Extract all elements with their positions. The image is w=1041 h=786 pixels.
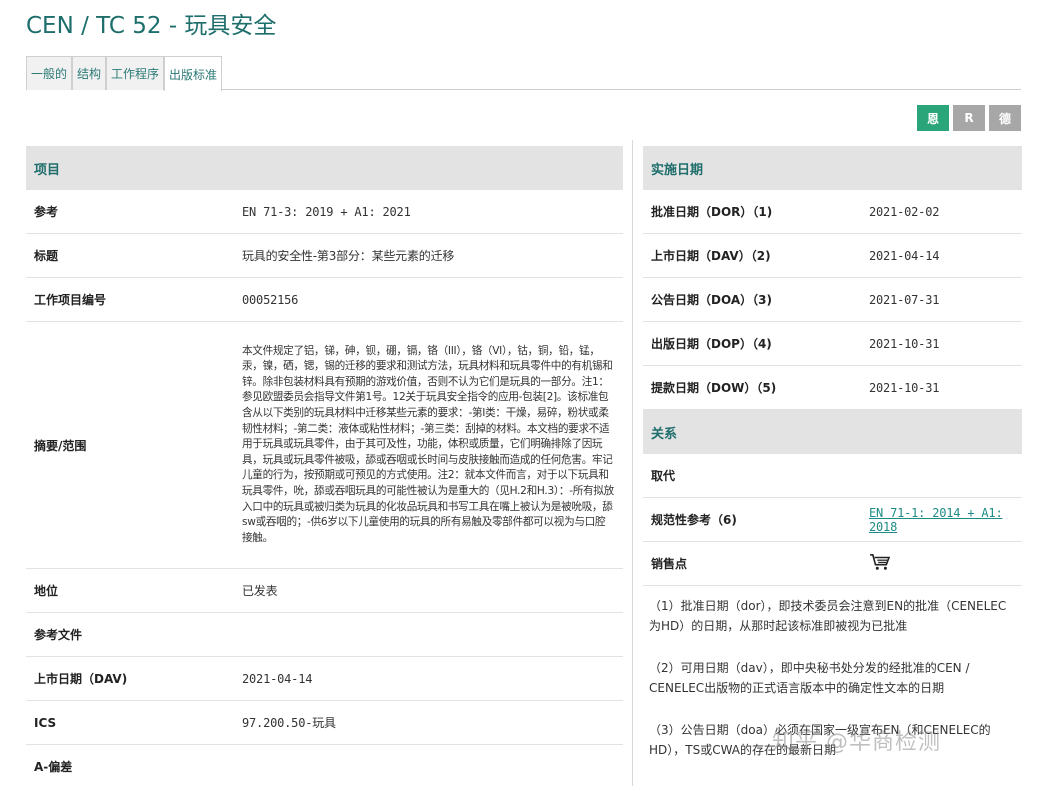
row-key: 取代 (651, 469, 676, 483)
row-dor: 批准日期（DOR）（1) 2021-02-02 (643, 190, 1022, 234)
row-normative-references: 规范性参考（6) EN 71-1: 2014 + A1: 2018 (643, 498, 1022, 542)
row-dav: 上市日期（DAV）（2) 2021-04-14 (643, 234, 1022, 278)
footnote-1: （1）批准日期（dor），即技术委员会注意到EN的批准（CENELEC为HD）的… (649, 599, 1007, 633)
language-toolbar: 恩 R 德 (917, 105, 1021, 131)
row-key: 地位 (34, 584, 59, 598)
row-key: 工作项目编号 (34, 293, 107, 307)
page-title: CEN / TC 52 - 玩具安全 (26, 13, 277, 39)
footnote-2: （2）可用日期（dav），即中央秘书处分发的经批准的CEN / CENELEC出… (649, 661, 970, 695)
row-title: 标题 玩具的安全性-第3部分：某些元素的迁移 (26, 234, 623, 278)
row-value: 2021-10-31 (869, 380, 940, 395)
language-fr-button[interactable]: R (953, 105, 985, 131)
row-value: 97.200.50-玩具 (242, 716, 336, 730)
row-key: 上市日期（DAV) (34, 672, 128, 686)
row-value: 2021-04-14 (869, 248, 940, 263)
row-key: 摘要/范围 (34, 438, 87, 453)
row-key: 规范性参考（6) (651, 513, 737, 527)
row-status: 地位 已发表 (26, 569, 623, 613)
row-a-deviations: A-偏差 (26, 745, 623, 786)
row-work-item-number: 工作项目编号 00052156 (26, 278, 623, 322)
row-value: 2021-04-14 (242, 671, 313, 686)
tab-work-programme[interactable]: 工作程序 (106, 56, 165, 90)
row-key: 标题 (34, 249, 59, 263)
row-dav: 上市日期（DAV) 2021-04-14 (26, 657, 623, 701)
column-divider (632, 140, 633, 786)
tab-published-standards[interactable]: 出版标准 (164, 56, 223, 91)
tab-bar: 一般的 结构 工作程序 出版标准 (26, 56, 1021, 91)
row-value: 2021-02-02 (869, 204, 940, 219)
row-doa: 公告日期（DOA）（3) 2021-07-31 (643, 278, 1022, 322)
row-value: 00052156 (242, 292, 299, 307)
shopping-cart-icon[interactable] (869, 553, 891, 571)
row-key: 批准日期（DOR）（1) (651, 205, 773, 219)
row-value: 玩具的安全性-第3部分：某些元素的迁移 (242, 249, 455, 263)
row-key: 参考 (34, 205, 59, 219)
language-en-button[interactable]: 恩 (917, 105, 949, 131)
language-de-button[interactable]: 德 (989, 105, 1021, 131)
row-reference-documents: 参考文件 (26, 613, 623, 657)
project-panel: 项目 参考 EN 71-3: 2019 + A1: 2021 标题 玩具的安全性… (26, 146, 623, 786)
row-key: 出版日期（DOP）（4) (651, 337, 772, 351)
row-key: 提款日期（DOW）（5) (651, 381, 777, 395)
dates-panel: 实施日期 批准日期（DOR）（1) 2021-02-02 上市日期（DAV）（2… (643, 146, 1022, 782)
relations-section-header: 关系 (643, 410, 1022, 454)
row-dow: 提款日期（DOW）（5) 2021-10-31 (643, 366, 1022, 410)
row-key: 销售点 (651, 557, 688, 571)
row-value: EN 71-3: 2019 + A1: 2021 (242, 204, 411, 219)
row-value: 已发表 (242, 584, 278, 598)
footnote-3: （3）公告日期（doa）必须在国家一级宣布EN（和CENELEC的HD），TS或… (649, 723, 991, 757)
row-value: 2021-07-31 (869, 292, 940, 307)
tab-structure[interactable]: 结构 (72, 56, 107, 90)
row-reference: 参考 EN 71-3: 2019 + A1: 2021 (26, 190, 623, 234)
row-abstract-scope: 摘要/范围 本文件规定了铝，锑，砷，钡，硼，镉，铬（III），铬（VI），钴，铜… (26, 322, 623, 569)
row-key: 上市日期（DAV）（2) (651, 249, 771, 263)
row-sales-points: 销售点 (643, 542, 1022, 586)
normative-reference-link[interactable]: EN 71-1: 2014 + A1: 2018 (869, 506, 1003, 534)
dates-section-header: 实施日期 (643, 146, 1022, 190)
row-dop: 出版日期（DOP）（4) 2021-10-31 (643, 322, 1022, 366)
row-key: 参考文件 (34, 628, 83, 642)
row-key: 公告日期（DOA）（3) (651, 293, 772, 307)
row-value: 本文件规定了铝，锑，砷，钡，硼，镉，铬（III），铬（VI），钴，铜，铅，锰，汞… (242, 344, 614, 544)
row-key: ICS (34, 715, 57, 730)
project-section-header: 项目 (26, 146, 623, 190)
footnotes: （1）批准日期（dor），即技术委员会注意到EN的批准（CENELEC为HD）的… (643, 586, 1022, 760)
row-ics: ICS 97.200.50-玩具 (26, 701, 623, 745)
row-replaces: 取代 (643, 454, 1022, 498)
row-key: A-偏差 (34, 760, 73, 774)
tab-general[interactable]: 一般的 (26, 56, 73, 90)
row-value: 2021-10-31 (869, 336, 940, 351)
